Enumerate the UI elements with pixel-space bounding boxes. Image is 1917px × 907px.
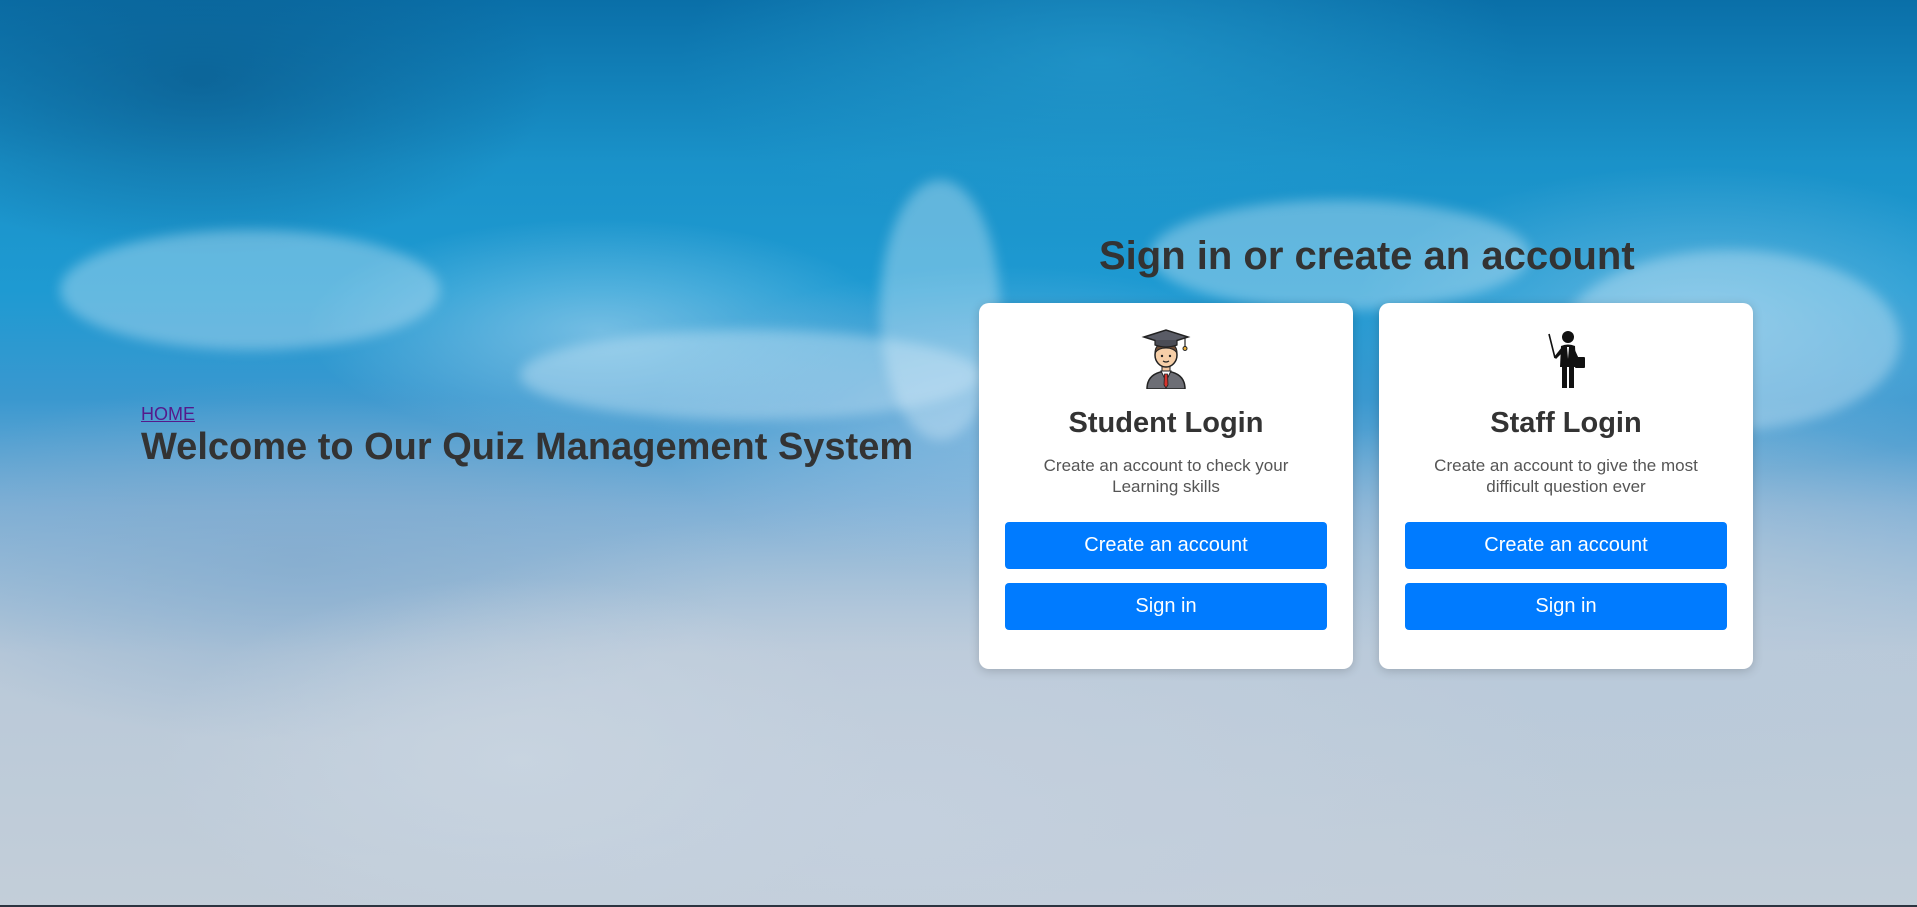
page-title: Welcome to Our Quiz Management System (141, 426, 914, 468)
staff-login-title: Staff Login (1490, 407, 1642, 439)
student-sign-in-button[interactable]: Sign in (1005, 583, 1327, 630)
hero-section: HOME Welcome to Our Quiz Management Syst… (141, 404, 913, 469)
auth-section-title: Sign in or create an account (1099, 234, 1635, 278)
staff-login-description: Create an account to give the most diffi… (1434, 456, 1698, 496)
student-login-card: Student Login Create an account to check… (979, 303, 1353, 669)
home-link[interactable]: HOME (141, 404, 195, 425)
staff-sign-in-button[interactable]: Sign in (1405, 583, 1727, 630)
teacher-pointer-icon (1548, 331, 1585, 388)
student-create-account-button[interactable]: Create an account (1005, 522, 1327, 569)
staff-login-card: Staff Login Create an account to give th… (1379, 303, 1753, 669)
staff-create-account-button[interactable]: Create an account (1405, 522, 1727, 569)
foam-decoration (60, 230, 440, 350)
student-login-title: Student Login (1068, 407, 1264, 439)
student-login-description: Create an account to check your Learning… (1043, 456, 1289, 496)
graduate-student-icon (1141, 329, 1191, 389)
